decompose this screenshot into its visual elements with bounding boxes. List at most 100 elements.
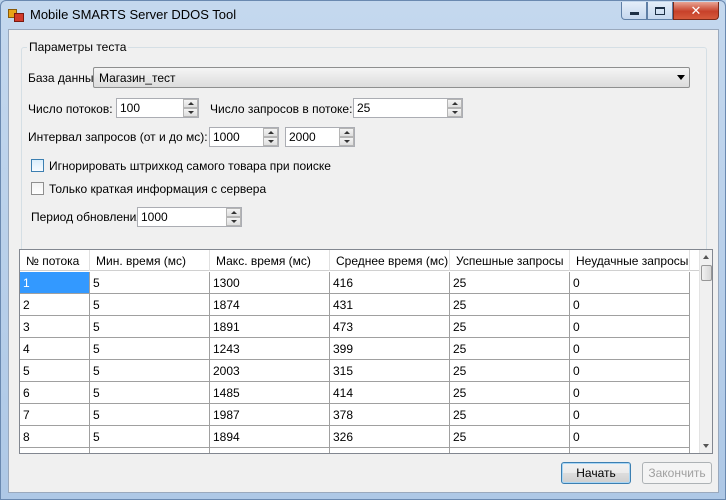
short-info-label[interactable]: Только краткая информация с сервера [49, 182, 266, 196]
table-cell[interactable]: 0 [570, 294, 690, 316]
column-header[interactable]: Мин. время (мс) [90, 250, 210, 271]
interval-from-down-button[interactable] [263, 137, 278, 146]
table-row[interactable]: 3 5 1891 473 25 0 [20, 316, 700, 338]
table-row[interactable]: 6 5 1485 414 25 0 [20, 382, 700, 404]
results-table[interactable]: № потока Мин. время (мс) Макс. время (мс… [19, 249, 713, 454]
table-cell[interactable] [450, 448, 570, 453]
requests-down-button[interactable] [447, 108, 462, 117]
table-cell[interactable]: 0 [570, 338, 690, 360]
table-cell[interactable] [210, 448, 330, 453]
table-cell[interactable]: 4 [20, 338, 90, 360]
table-cell[interactable] [90, 448, 210, 453]
scroll-down-icon[interactable] [700, 439, 712, 453]
column-header[interactable]: № потока [20, 250, 90, 271]
requests-stepper[interactable] [353, 98, 463, 118]
table-row[interactable] [20, 448, 700, 453]
table-cell[interactable]: 1987 [210, 404, 330, 426]
threads-up-button[interactable] [183, 99, 198, 108]
interval-from-input[interactable] [210, 128, 263, 146]
refresh-up-button[interactable] [226, 208, 241, 217]
interval-from-up-button[interactable] [263, 128, 278, 137]
table-cell[interactable]: 25 [450, 360, 570, 382]
table-row[interactable]: 7 5 1987 378 25 0 [20, 404, 700, 426]
column-header[interactable]: Неудачные запросы [570, 250, 690, 271]
table-cell[interactable]: 5 [90, 382, 210, 404]
chevron-down-icon[interactable] [677, 75, 685, 80]
table-cell[interactable]: 25 [450, 404, 570, 426]
threads-stepper[interactable] [116, 98, 199, 118]
table-cell[interactable]: 5 [20, 360, 90, 382]
table-row[interactable]: 2 5 1874 431 25 0 [20, 294, 700, 316]
table-cell[interactable]: 1874 [210, 294, 330, 316]
table-cell[interactable]: 3 [20, 316, 90, 338]
table-cell[interactable]: 6 [20, 382, 90, 404]
table-cell[interactable]: 0 [570, 426, 690, 448]
table-row[interactable]: 1 5 1300 416 25 0 [20, 272, 700, 294]
table-cell[interactable]: 8 [20, 426, 90, 448]
interval-to-down-button[interactable] [339, 137, 354, 146]
column-header[interactable]: Успешные запросы [450, 250, 570, 271]
start-button[interactable]: Начать [561, 462, 631, 484]
table-cell[interactable]: 1891 [210, 316, 330, 338]
requests-input[interactable] [354, 99, 447, 117]
table-cell[interactable] [570, 448, 690, 453]
table-cell[interactable]: 1894 [210, 426, 330, 448]
table-cell[interactable]: 0 [570, 360, 690, 382]
table-scrollbar[interactable] [699, 250, 712, 453]
table-cell[interactable] [330, 448, 450, 453]
column-header[interactable]: Макс. время (мс) [210, 250, 330, 271]
requests-up-button[interactable] [447, 99, 462, 108]
refresh-stepper[interactable] [137, 207, 242, 227]
table-cell[interactable]: 1485 [210, 382, 330, 404]
table-cell[interactable]: 5 [90, 316, 210, 338]
minimize-button[interactable] [621, 2, 647, 20]
table-cell[interactable]: 7 [20, 404, 90, 426]
table-cell[interactable]: 431 [330, 294, 450, 316]
table-row[interactable]: 8 5 1894 326 25 0 [20, 426, 700, 448]
table-cell[interactable]: 5 [90, 294, 210, 316]
maximize-button[interactable] [647, 2, 673, 20]
table-cell[interactable]: 1243 [210, 338, 330, 360]
table-row[interactable]: 5 5 2003 315 25 0 [20, 360, 700, 382]
close-button[interactable]: ✕ [673, 2, 719, 20]
table-cell[interactable]: 0 [570, 316, 690, 338]
title-bar[interactable]: Mobile SMARTS Server DDOS Tool ✕ [1, 1, 725, 29]
table-cell[interactable]: 416 [330, 272, 450, 294]
table-cell[interactable]: 1300 [210, 272, 330, 294]
refresh-down-button[interactable] [226, 217, 241, 226]
table-cell[interactable] [20, 448, 90, 453]
ignore-barcode-label[interactable]: Игнорировать штрихкод самого товара при … [49, 159, 331, 173]
table-cell[interactable]: 5 [90, 360, 210, 382]
table-cell[interactable]: 25 [450, 316, 570, 338]
table-cell[interactable]: 25 [450, 338, 570, 360]
interval-to-up-button[interactable] [339, 128, 354, 137]
table-cell[interactable]: 399 [330, 338, 450, 360]
short-info-checkbox[interactable] [31, 182, 44, 195]
table-row[interactable]: 4 5 1243 399 25 0 [20, 338, 700, 360]
table-cell[interactable]: 0 [570, 404, 690, 426]
table-cell[interactable]: 5 [90, 426, 210, 448]
column-header[interactable]: Среднее время (мс) [330, 250, 450, 271]
threads-down-button[interactable] [183, 108, 198, 117]
scrollbar-thumb[interactable] [701, 265, 712, 281]
table-cell[interactable]: 0 [570, 382, 690, 404]
ignore-barcode-checkbox[interactable] [31, 159, 44, 172]
table-cell[interactable]: 5 [90, 272, 210, 294]
table-cell[interactable]: 25 [450, 382, 570, 404]
table-cell[interactable]: 5 [90, 338, 210, 360]
table-cell[interactable]: 25 [450, 294, 570, 316]
finish-button[interactable]: Закончить [642, 462, 712, 484]
table-cell[interactable]: 414 [330, 382, 450, 404]
database-select[interactable]: Магазин_тест [93, 67, 690, 88]
interval-to-input[interactable] [286, 128, 339, 146]
refresh-input[interactable] [138, 208, 226, 226]
table-cell[interactable]: 25 [450, 426, 570, 448]
table-cell[interactable]: 473 [330, 316, 450, 338]
table-cell[interactable]: 2003 [210, 360, 330, 382]
threads-input[interactable] [117, 99, 183, 117]
interval-to-stepper[interactable] [285, 127, 355, 147]
table-cell[interactable]: 25 [450, 272, 570, 294]
table-cell[interactable]: 2 [20, 294, 90, 316]
table-cell[interactable]: 378 [330, 404, 450, 426]
table-cell[interactable]: 326 [330, 426, 450, 448]
